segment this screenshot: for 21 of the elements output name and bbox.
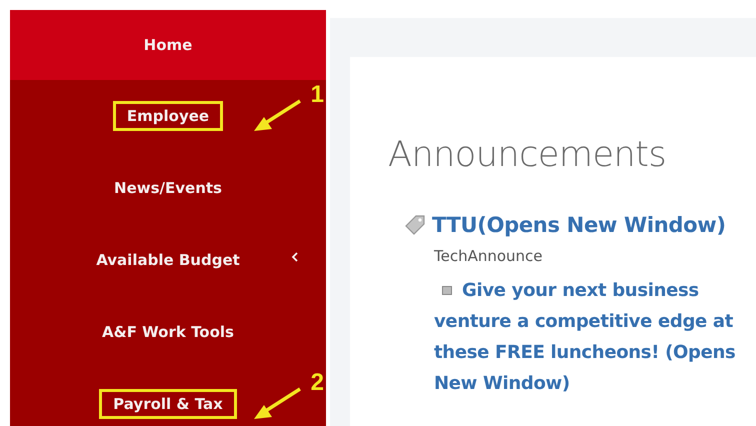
arrow-icon — [252, 98, 304, 134]
announcement-link[interactable]: Give your next business — [462, 275, 699, 306]
document-icon — [442, 286, 452, 295]
nav-link[interactable]: Payroll & Tax — [99, 389, 237, 419]
section-heading: Announcements — [388, 135, 668, 175]
nav-link[interactable]: Home — [130, 30, 206, 60]
nav-link[interactable]: Available Budget — [82, 245, 254, 275]
tag-icon — [404, 214, 426, 236]
active-nav-item[interactable]: Home — [10, 10, 326, 80]
callout-number: 2 — [310, 369, 324, 397]
announcement-link[interactable]: these FREE luncheons! (Opens — [434, 337, 736, 368]
feed-source: TechAnnounce — [434, 247, 544, 265]
callout-number: 1 — [310, 81, 324, 109]
arrow-icon — [252, 386, 304, 422]
nav-link[interactable]: News/Events — [100, 173, 236, 203]
announcement-link[interactable]: venture a competitive edge at — [434, 306, 734, 337]
nav-link[interactable]: A&F Work Tools — [88, 317, 248, 347]
chevron-left-icon[interactable] — [291, 252, 298, 262]
announcement-link[interactable]: New Window) — [434, 368, 570, 399]
feed-title-link[interactable]: TTU(Opens New Window) — [432, 213, 726, 237]
nav-link[interactable]: Employee — [112, 101, 224, 131]
